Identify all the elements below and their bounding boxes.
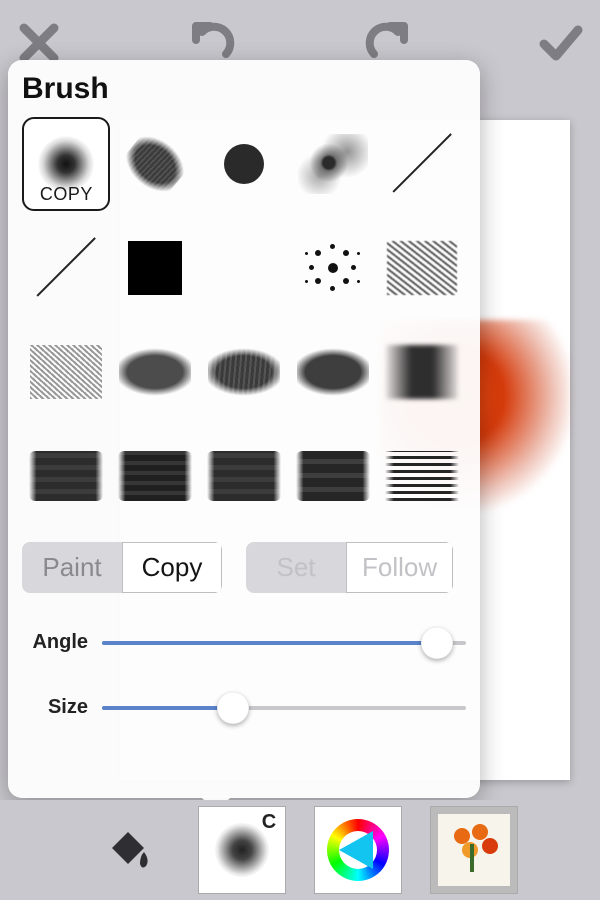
brush-square[interactable] — [111, 221, 199, 315]
brush-preview-icon — [119, 345, 191, 399]
brush-oil-3[interactable] — [200, 429, 288, 523]
color-wheel-icon — [327, 819, 389, 881]
size-slider[interactable] — [102, 706, 466, 710]
tool-fill[interactable] — [82, 806, 170, 894]
brush-thin-line-1[interactable] — [378, 117, 466, 211]
brush-preview-icon — [298, 134, 368, 194]
size-label: Size — [22, 696, 88, 719]
brush-oil-4[interactable] — [289, 429, 377, 523]
brush-preview-icon — [29, 451, 103, 501]
brush-scribble[interactable] — [378, 221, 466, 315]
brush-preview-icon — [387, 129, 457, 199]
brush-preview-icon — [207, 451, 281, 501]
image-thumb-icon — [438, 814, 510, 886]
angle-label: Angle — [22, 631, 88, 654]
brush-charcoal-2[interactable] — [200, 325, 288, 419]
brush-spray[interactable] — [200, 221, 288, 315]
source-follow-button[interactable]: Follow — [346, 542, 453, 593]
tool-color[interactable] — [314, 806, 402, 894]
brush-charcoal-3[interactable] — [289, 325, 377, 419]
brush-preview-icon — [224, 144, 264, 184]
tool-brush-badge: C — [262, 811, 276, 834]
brush-preview-icon — [386, 345, 458, 399]
brush-pencil-hatch[interactable] — [22, 325, 110, 419]
popover-title: Brush — [22, 72, 466, 106]
brush-preview-icon — [116, 125, 195, 203]
brush-preview-icon — [303, 238, 363, 298]
angle-slider[interactable] — [102, 641, 466, 645]
brush-grid: COPY — [22, 112, 466, 528]
size-slider-fill — [102, 706, 233, 710]
brush-soft-round[interactable]: COPY — [22, 117, 110, 211]
angle-slider-fill — [102, 641, 437, 645]
brush-preview-icon — [297, 345, 369, 399]
brush-thin-line-2[interactable] — [22, 221, 110, 315]
mode-paint-button[interactable]: Paint — [22, 542, 122, 593]
brush-popover: Brush COPY — [8, 60, 480, 798]
brush-rough-stroke[interactable] — [111, 117, 199, 211]
tool-image[interactable] — [430, 806, 518, 894]
size-slider-thumb[interactable] — [217, 692, 249, 724]
brush-preview-icon — [208, 345, 280, 399]
source-segmented-control: Set Follow — [246, 542, 453, 593]
brush-preview-icon — [118, 451, 192, 501]
confirm-button[interactable] — [536, 18, 586, 68]
brush-preview-icon — [31, 233, 101, 303]
brush-splatter[interactable] — [289, 117, 377, 211]
tool-brush[interactable]: C — [198, 806, 286, 894]
brush-line-hatch[interactable] — [378, 429, 466, 523]
brush-oil-1[interactable] — [22, 429, 110, 523]
brush-preview-icon — [128, 241, 182, 295]
source-set-button[interactable]: Set — [246, 542, 346, 593]
bucket-icon — [98, 822, 154, 878]
mode-segmented-control: Paint Copy — [22, 542, 222, 593]
check-icon — [536, 18, 586, 68]
brush-preview-icon — [30, 345, 102, 399]
brush-dot-cluster[interactable] — [289, 221, 377, 315]
brush-charcoal-1[interactable] — [111, 325, 199, 419]
brush-selected-label: COPY — [40, 184, 93, 205]
brush-smudge[interactable] — [378, 325, 466, 419]
brush-preview-icon — [387, 241, 457, 295]
brush-preview-icon — [385, 451, 459, 501]
brush-preview-icon — [208, 232, 280, 304]
mode-copy-button[interactable]: Copy — [122, 542, 222, 593]
bottom-toolbar: C — [0, 800, 600, 900]
brush-oil-2[interactable] — [111, 429, 199, 523]
angle-slider-thumb[interactable] — [421, 627, 453, 659]
brush-preview-icon — [296, 451, 370, 501]
brush-hard-round[interactable] — [200, 117, 288, 211]
